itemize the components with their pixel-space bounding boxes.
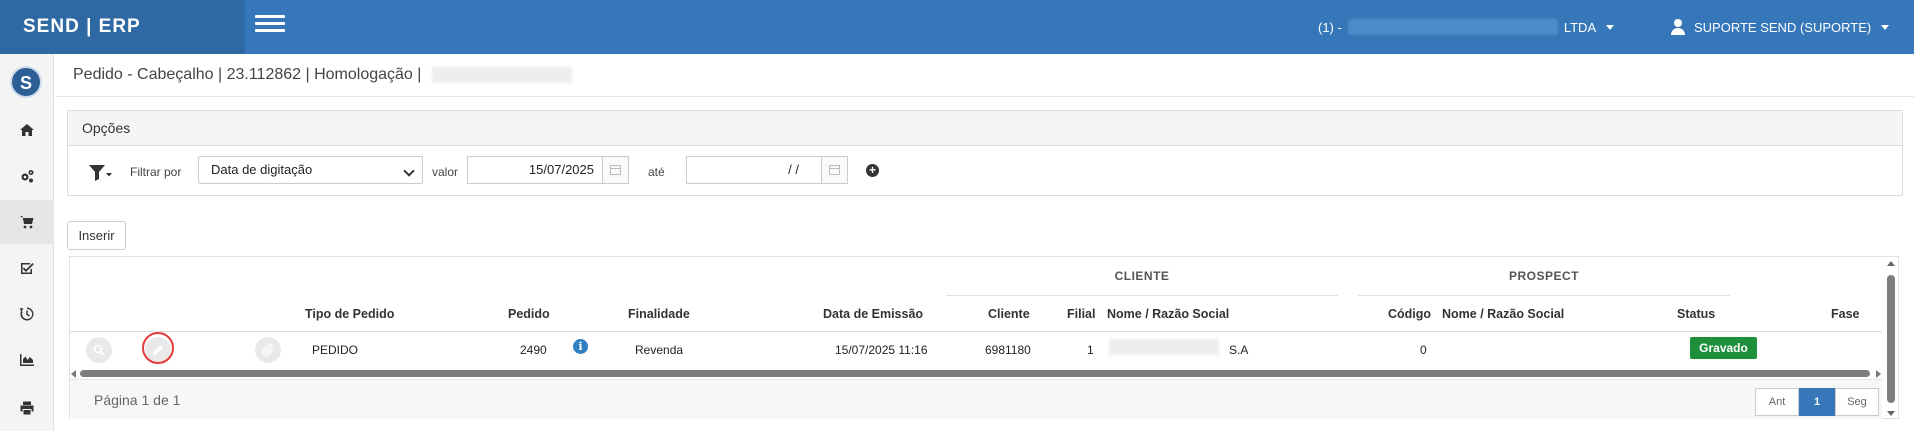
user-name: SUPORTE SEND (SUPORTE) — [1694, 19, 1872, 35]
client-name-redacted — [1109, 339, 1219, 355]
scroll-down-icon[interactable] — [1887, 411, 1895, 416]
view-icon[interactable] — [86, 337, 112, 363]
cart-icon[interactable] — [0, 200, 54, 244]
filter-by-label: Filtrar por — [130, 165, 182, 179]
menu-toggle-icon[interactable] — [255, 15, 285, 37]
page-title: Pedido - Cabeçalho | 23.112862 | Homolog… — [73, 66, 572, 84]
attach-icon[interactable] — [255, 337, 281, 363]
add-filter-icon[interactable]: + — [866, 164, 879, 177]
col-tipo-pedido[interactable]: Tipo de Pedido — [305, 307, 394, 321]
info-icon[interactable]: i — [573, 339, 588, 354]
scroll-left-icon[interactable] — [71, 370, 76, 378]
pagination: Ant 1 Seg — [1755, 388, 1879, 416]
company-suffix: LTDA — [1563, 19, 1597, 35]
cell-cliente: 6981180 — [985, 343, 1031, 357]
col-filial[interactable]: Filial — [1067, 307, 1095, 321]
col-finalidade[interactable]: Finalidade — [628, 307, 690, 321]
date-from-input[interactable]: 15/07/2025 — [467, 156, 603, 184]
filter-row: Filtrar por Data de digitação valor 15/0… — [68, 156, 1902, 188]
col-nome-cliente[interactable]: Nome / Razão Social — [1107, 307, 1229, 321]
prev-page-button[interactable]: Ant — [1755, 388, 1799, 416]
sidebar: S — [0, 54, 54, 431]
cell-codigo: 0 — [1420, 343, 1427, 357]
cogs-icon[interactable] — [0, 154, 54, 198]
scroll-right-icon[interactable] — [1876, 370, 1881, 378]
company-name-redacted — [1347, 19, 1558, 35]
filter-field-select[interactable]: Data de digitação — [198, 156, 423, 184]
col-fase[interactable]: Fase — [1831, 307, 1860, 321]
home-icon[interactable] — [0, 108, 54, 152]
col-data-emissao[interactable]: Data de Emissão — [823, 307, 923, 321]
vertical-scrollbar[interactable] — [1885, 257, 1897, 420]
valor-label: valor — [432, 165, 459, 179]
col-status[interactable]: Status — [1677, 307, 1715, 321]
cell-filial: 1 — [1087, 343, 1094, 357]
cell-pedido: 2490 — [520, 343, 547, 357]
status-badge: Gravado — [1690, 337, 1757, 359]
cell-finalidade: Revenda — [635, 343, 684, 357]
title-redacted — [431, 66, 572, 83]
page-title-text: Pedido - Cabeçalho | 23.112862 | Homolog… — [73, 66, 422, 83]
caret-down-icon — [1881, 24, 1890, 30]
insert-button[interactable]: Inserir — [67, 221, 126, 250]
col-nome-prospect[interactable]: Nome / Razão Social — [1442, 307, 1564, 321]
horizontal-scrollbar[interactable] — [70, 368, 1882, 378]
top-bar: SEND | ERP (1) - LTDA SUPORTE SEND (SUPO… — [0, 0, 1914, 54]
chart-icon[interactable] — [0, 338, 54, 382]
page-1-button[interactable]: 1 — [1799, 388, 1835, 416]
group-cliente: CLIENTE — [1114, 269, 1170, 283]
col-codigo[interactable]: Código — [1388, 307, 1431, 321]
grid-body: CLIENTE PROSPECT Tipo de Pedido Pedido F… — [70, 257, 1882, 364]
send-logo: S — [10, 66, 42, 98]
cell-nome-cliente: S.A — [1229, 343, 1249, 357]
cell-tipo-pedido: PEDIDO — [312, 343, 359, 357]
app-root: SEND | ERP (1) - LTDA SUPORTE SEND (SUPO… — [0, 0, 1914, 431]
options-title: Opções — [68, 111, 1902, 146]
ate-label: até — [648, 165, 665, 179]
grid-footer: Página 1 de 1 Ant 1 Seg — [70, 379, 1882, 419]
page-info: Página 1 de 1 — [94, 392, 181, 408]
history-icon[interactable] — [0, 292, 54, 336]
cell-data-emissao: 15/07/2025 11:16 — [835, 343, 928, 357]
company-selector[interactable]: (1) - LTDA — [1318, 0, 1615, 54]
options-panel: Opções Filtrar por Data de digitação val… — [67, 110, 1903, 196]
col-cliente[interactable]: Cliente — [988, 307, 1030, 321]
scroll-thumb[interactable] — [1887, 275, 1895, 403]
print-icon[interactable] — [0, 386, 54, 430]
user-icon — [1670, 19, 1686, 35]
scroll-up-icon[interactable] — [1887, 261, 1895, 266]
next-page-button[interactable]: Seg — [1835, 388, 1879, 416]
date-to-input[interactable]: / / — [686, 156, 822, 184]
divider — [946, 295, 1338, 296]
divider — [55, 96, 1914, 97]
divider — [70, 331, 1882, 332]
scroll-thumb[interactable] — [80, 370, 1870, 377]
orders-grid: CLIENTE PROSPECT Tipo de Pedido Pedido F… — [69, 256, 1899, 419]
caret-down-icon — [1606, 24, 1615, 30]
calendar-icon[interactable] — [603, 156, 629, 184]
edit-highlight-ring — [142, 332, 174, 364]
filter-icon[interactable] — [88, 164, 112, 182]
brand-logo[interactable]: SEND | ERP — [0, 0, 245, 54]
group-prospect: PROSPECT — [1508, 269, 1579, 283]
calendar-icon[interactable] — [822, 156, 848, 184]
check-square-icon[interactable] — [0, 246, 54, 290]
company-prefix: (1) - — [1318, 19, 1342, 35]
col-pedido[interactable]: Pedido — [508, 307, 550, 321]
divider — [1358, 295, 1730, 296]
user-menu[interactable]: SUPORTE SEND (SUPORTE) — [1670, 0, 1890, 54]
